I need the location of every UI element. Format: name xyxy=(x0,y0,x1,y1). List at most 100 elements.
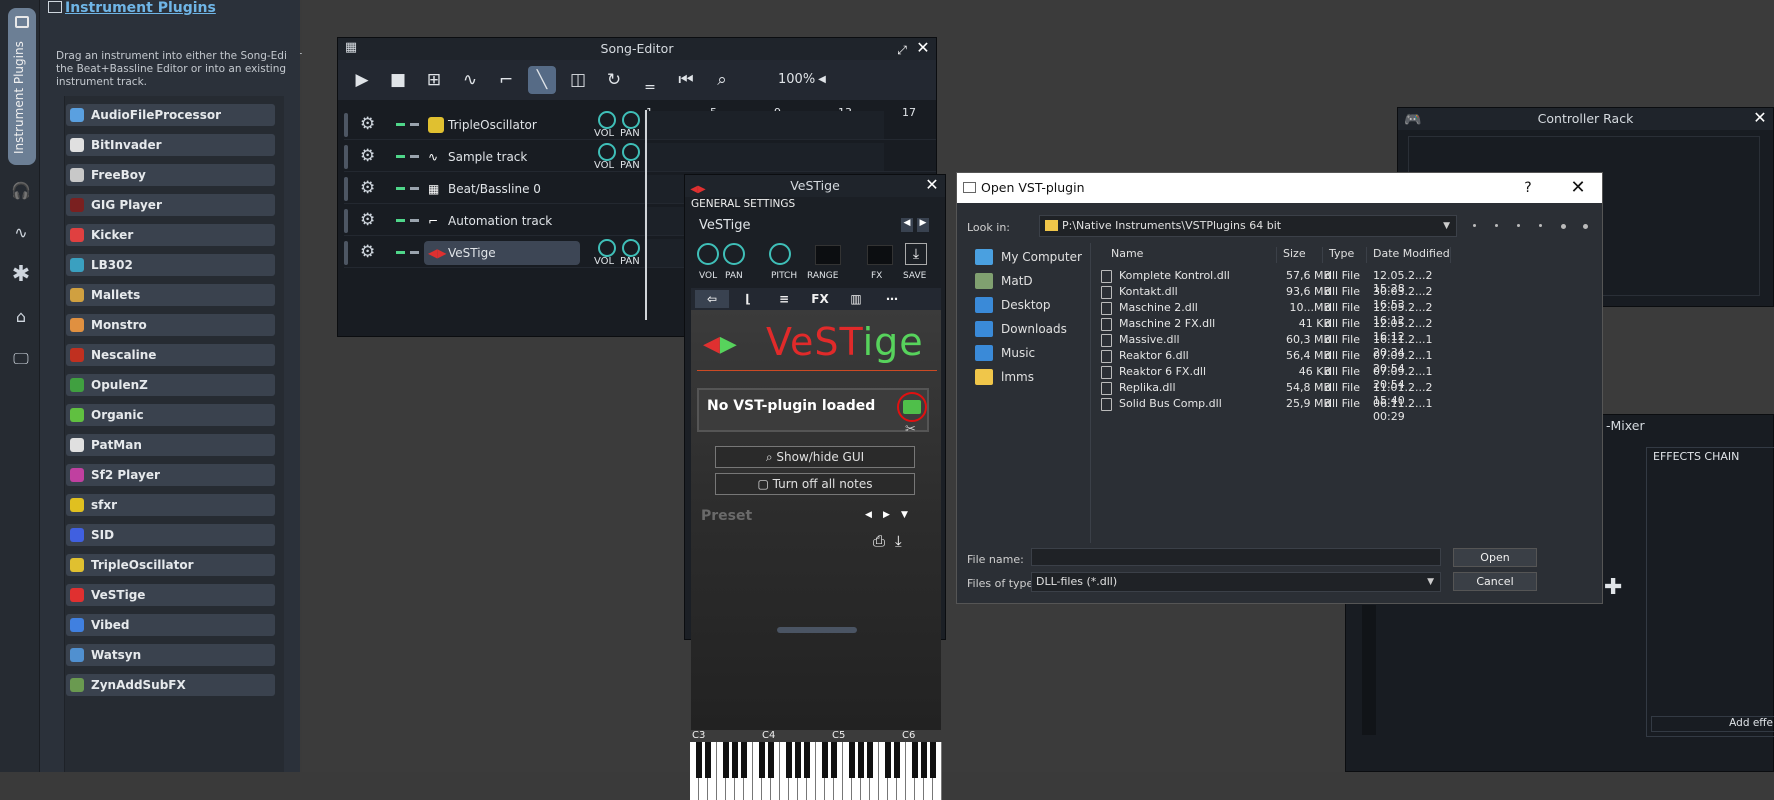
parent-folder-icon[interactable] xyxy=(1517,224,1520,227)
plugin-item[interactable]: BitInvader xyxy=(66,134,275,156)
plugin-item[interactable]: GIG Player xyxy=(66,194,275,216)
column-header[interactable]: Type xyxy=(1325,247,1367,263)
solo-button[interactable] xyxy=(410,219,419,222)
plugin-item[interactable]: sfxr xyxy=(66,494,275,516)
solo-button[interactable] xyxy=(410,155,419,158)
plugin-item[interactable]: Watsyn xyxy=(66,644,275,666)
track-grip[interactable] xyxy=(344,145,348,169)
look-in-dropdown[interactable]: P:\Native Instruments\VSTPlugins 64 bit … xyxy=(1039,215,1457,237)
add-automation-track-icon[interactable]: ⌐ xyxy=(492,66,520,94)
add-sample-track-icon[interactable]: ∿ xyxy=(456,66,484,94)
dialog-titlebar[interactable]: Open VST-plugin ? ✕ xyxy=(957,173,1602,203)
black-key[interactable] xyxy=(849,742,855,778)
range-display[interactable] xyxy=(815,245,841,265)
waveform-icon[interactable]: ∿ xyxy=(10,222,32,244)
mute-button[interactable] xyxy=(396,219,405,222)
close-icon[interactable]: ✕ xyxy=(1751,109,1769,127)
black-key[interactable] xyxy=(822,742,828,778)
return-to-start-icon[interactable]: ⏮ xyxy=(672,66,700,94)
pan-knob[interactable] xyxy=(622,239,640,257)
black-key[interactable] xyxy=(912,742,918,778)
zoom-dropdown-icon[interactable]: ◀ xyxy=(808,66,836,94)
track-row[interactable]: ⚙ ∿ Sample track VOL PAN xyxy=(344,142,936,172)
prev-instrument-icon[interactable]: ◀ xyxy=(901,218,913,232)
add-channel-icon[interactable]: ✚ xyxy=(1604,575,1622,600)
file-row[interactable]: Maschine 2.dll 10...MB dll File 12.05.2...2… xyxy=(1101,301,1461,327)
black-key[interactable] xyxy=(831,742,837,778)
file-name-input[interactable] xyxy=(1031,548,1441,566)
next-instrument-icon[interactable]: ▶ xyxy=(917,218,929,232)
mute-button[interactable] xyxy=(396,251,405,254)
plugin-item[interactable]: VeSTige xyxy=(66,584,275,606)
track-pattern-area[interactable] xyxy=(644,111,884,139)
place-desktop[interactable]: Desktop xyxy=(975,295,1051,315)
help-icon[interactable]: ? xyxy=(1518,173,1538,203)
black-key[interactable] xyxy=(795,742,801,778)
gear-icon[interactable]: ⚙ xyxy=(360,146,380,166)
fx-channel-display[interactable] xyxy=(867,245,893,265)
mute-button[interactable] xyxy=(396,123,405,126)
plugin-item[interactable]: Sf2 Player xyxy=(66,464,275,486)
list-view-icon[interactable] xyxy=(1561,224,1566,229)
place-matd[interactable]: MatD xyxy=(975,271,1033,291)
track-name[interactable]: ⌐ Automation track xyxy=(424,209,580,233)
star-icon[interactable]: ✱ xyxy=(10,264,32,286)
stop-behaviour-icon[interactable]: ‗ xyxy=(636,66,664,94)
close-icon[interactable]: ✕ xyxy=(914,39,932,57)
play-icon[interactable]: ▶ xyxy=(348,66,376,94)
download-icon[interactable]: ⤓ xyxy=(895,532,902,550)
solo-button[interactable] xyxy=(410,187,419,190)
plugin-item[interactable]: AudioFileProcessor xyxy=(66,104,275,126)
tab-misc[interactable]: ⋯ xyxy=(875,290,909,308)
plugin-item[interactable]: ZynAddSubFX xyxy=(66,674,275,696)
knob-pitch[interactable] xyxy=(769,243,791,265)
cancel-button[interactable]: Cancel xyxy=(1453,572,1537,591)
next-preset-icon[interactable]: ▶ xyxy=(883,510,890,520)
track-grip[interactable] xyxy=(344,177,348,201)
black-key[interactable] xyxy=(741,742,747,778)
black-key[interactable] xyxy=(894,742,900,778)
black-key[interactable] xyxy=(786,742,792,778)
mute-button[interactable] xyxy=(396,155,405,158)
controller-rack-titlebar[interactable]: 🎮 Controller Rack ✕ xyxy=(1398,108,1773,130)
plugin-item[interactable]: Nescaline xyxy=(66,344,275,366)
detail-view-icon[interactable] xyxy=(1583,224,1588,229)
volume-knob[interactable] xyxy=(598,239,616,257)
pan-knob[interactable] xyxy=(622,143,640,161)
knob-pan[interactable] xyxy=(723,243,745,265)
headphones-icon[interactable]: 🎧 xyxy=(10,180,32,202)
preset-menu-icon[interactable]: ▼ xyxy=(901,510,908,520)
gear-icon[interactable]: ⚙ xyxy=(360,178,380,198)
instrument-plugins-tab[interactable]: Instrument Plugins xyxy=(8,8,36,165)
track-row[interactable]: ⚙ TripleOscillator VOL PAN xyxy=(344,110,936,140)
plugin-item[interactable]: FreeBoy xyxy=(66,164,275,186)
add-beat-bassline-icon[interactable]: ⊞ xyxy=(420,66,448,94)
turn-off-notes-button[interactable]: ▢ Turn off all notes xyxy=(715,473,915,495)
black-key[interactable] xyxy=(921,742,927,778)
place-downloads[interactable]: Downloads xyxy=(975,319,1067,339)
edit-mode-icon[interactable]: ◫ xyxy=(564,66,592,94)
track-pattern-area[interactable] xyxy=(644,143,884,171)
new-folder-icon[interactable] xyxy=(1539,224,1542,227)
solo-button[interactable] xyxy=(410,251,419,254)
plugin-item[interactable]: OpulenZ xyxy=(66,374,275,396)
track-grip[interactable] xyxy=(344,241,348,265)
show-hide-gui-button[interactable]: ⌕ Show/hide GUI xyxy=(715,446,915,468)
stop-icon[interactable]: ■ xyxy=(384,66,412,94)
gear-icon[interactable]: ⚙ xyxy=(360,114,380,134)
home-icon[interactable]: ⌂ xyxy=(10,306,32,328)
volume-knob[interactable] xyxy=(598,111,616,129)
black-key[interactable] xyxy=(723,742,729,778)
open-button[interactable]: Open xyxy=(1453,548,1537,567)
column-header[interactable]: Name xyxy=(1107,247,1277,263)
pan-knob[interactable] xyxy=(622,111,640,129)
track-name[interactable]: ▦ Beat/Bassline 0 xyxy=(424,177,580,201)
black-key[interactable] xyxy=(732,742,738,778)
plugin-item[interactable]: SID xyxy=(66,524,275,546)
plugin-item[interactable]: PatMan xyxy=(66,434,275,456)
playhead[interactable] xyxy=(645,110,647,320)
black-key[interactable] xyxy=(696,742,702,778)
back-icon[interactable] xyxy=(1473,224,1476,227)
file-row[interactable]: Maschine 2 FX.dll 41 KB dll File 12.05.2...… xyxy=(1101,317,1461,343)
plugin-item[interactable]: Organic xyxy=(66,404,275,426)
